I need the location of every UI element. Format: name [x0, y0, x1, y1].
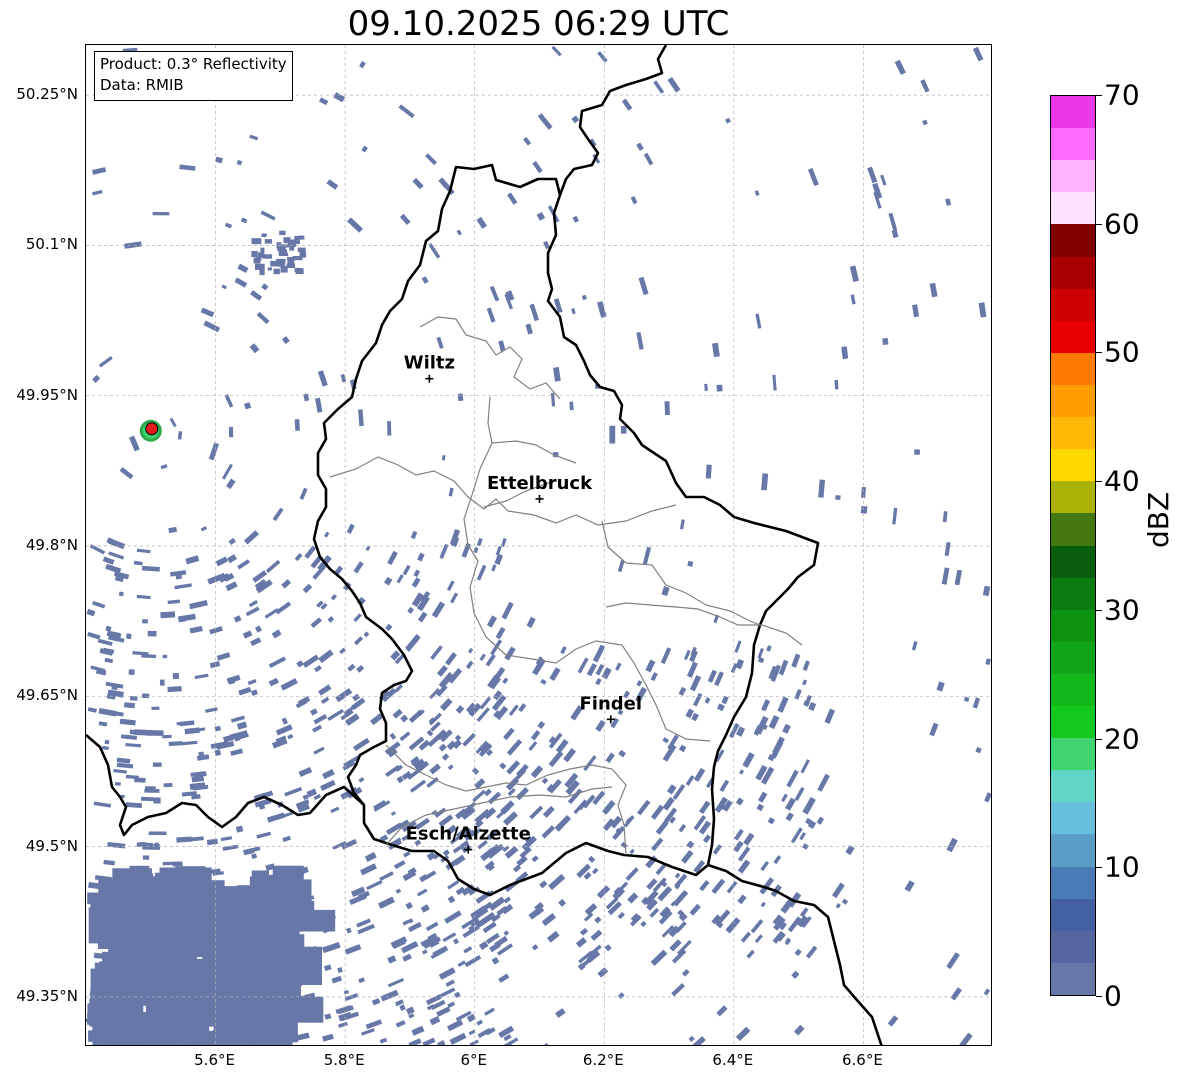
colorbar-segment — [1051, 159, 1095, 193]
canton-borders — [329, 316, 803, 856]
colorbar-segment — [1051, 512, 1095, 546]
colorbar-tick-mark — [1096, 95, 1102, 96]
city-label: Esch/Alzette — [406, 824, 531, 845]
colorbar-tick-label: 30 — [1104, 593, 1140, 627]
longitude-tick-label: 6.6°E — [842, 1051, 883, 1069]
colorbar-tick-label: 40 — [1104, 464, 1140, 498]
colorbar-tick-mark — [1096, 738, 1102, 740]
city-label: Ettelbruck — [487, 473, 593, 494]
product-info-box: Product: 0.3° Reflectivity Data: RMIB — [94, 51, 293, 101]
colorbar-segment — [1051, 352, 1095, 385]
colorbar-segment — [1051, 737, 1095, 771]
colorbar-segment — [1051, 898, 1095, 931]
colorbar-segment — [1051, 416, 1095, 450]
longitude-tick-label: 5.6°E — [194, 1051, 235, 1069]
radar-site-dot-icon — [145, 422, 159, 436]
colorbar-tick-mark — [1096, 223, 1102, 225]
colorbar-segment — [1051, 255, 1095, 289]
latitude-tick-label: 49.5°N — [25, 836, 78, 855]
city-label: Wiltz — [404, 353, 455, 374]
colorbar-segment — [1051, 833, 1095, 867]
colorbar-tick-mark — [1096, 867, 1102, 869]
colorbar-segment — [1051, 480, 1095, 514]
colorbar-segment — [1051, 448, 1095, 482]
colorbar-segment — [1051, 930, 1095, 963]
colorbar-segment — [1051, 127, 1095, 161]
canton-border-line — [491, 440, 577, 464]
colorbar-tick-mark — [1096, 996, 1102, 997]
city-marker[interactable]: Ettelbruck — [487, 473, 593, 503]
latitude-tick-label: 49.8°N — [25, 536, 78, 554]
product-label: Product: 0.3° Reflectivity — [100, 55, 287, 73]
longitude-tick-label: 5.8°E — [323, 1051, 365, 1069]
colorbar-segment — [1051, 320, 1095, 353]
colorbar-segment — [1051, 801, 1095, 835]
colorbar-segment — [1051, 384, 1095, 418]
radar-site-marker — [139, 419, 162, 442]
colorbar-segment — [1051, 191, 1095, 225]
longitude-tick-label: 6°E — [460, 1051, 487, 1069]
map-title: 09.10.2025 06:29 UTC — [347, 4, 730, 44]
colorbar-tick-label: 70 — [1104, 78, 1140, 112]
latitude-tick-label: 49.65°N — [16, 686, 78, 705]
latitude-tick-label: 50.1°N — [25, 235, 78, 254]
colorbar-segment — [1051, 544, 1095, 578]
canton-border-line — [601, 520, 761, 626]
radar-map-canvas: Wiltz Ettelbruck Findel Esch/Alzette — [86, 45, 991, 1045]
colorbar-label: dBZ — [1142, 491, 1175, 548]
canton-border-line — [605, 602, 803, 646]
longitude-tick-label: 6.4°E — [712, 1051, 754, 1069]
latitude-tick-label: 49.95°N — [16, 385, 78, 404]
colorbar-segment — [1051, 223, 1095, 257]
latitude-tick-label: 50.25°N — [16, 85, 78, 104]
colorbar-segment — [1051, 705, 1095, 739]
colorbar-segment — [1051, 577, 1095, 610]
longitude-tick-label: 6.2°E — [582, 1051, 624, 1069]
colorbar-tick-label: 50 — [1104, 335, 1140, 369]
colorbar-tick-label: 20 — [1104, 722, 1140, 756]
colorbar-segment — [1051, 673, 1095, 707]
colorbar — [1050, 95, 1096, 996]
colorbar-tick-label: 10 — [1104, 850, 1140, 884]
colorbar-segment — [1051, 865, 1095, 899]
latitude-tick-label: 49.35°N — [16, 986, 78, 1005]
colorbar-segment — [1051, 769, 1095, 803]
colorbar-segment — [1051, 96, 1095, 129]
city-marker[interactable]: Findel — [579, 693, 642, 724]
colorbar-tick-label: 60 — [1104, 207, 1140, 241]
colorbar-tick-mark — [1096, 609, 1102, 611]
colorbar-segment — [1051, 609, 1095, 642]
city-label: Findel — [579, 693, 642, 714]
data-source-label: Data: RMIB — [100, 76, 184, 94]
radar-map[interactable]: Wiltz Ettelbruck Findel Esch/Alzette — [85, 44, 992, 1046]
colorbar-tick-label: 0 — [1104, 979, 1122, 1013]
colorbar-tick-mark — [1096, 481, 1102, 483]
city-marker[interactable]: Wiltz — [404, 353, 455, 383]
colorbar-segment — [1051, 962, 1095, 995]
colorbar-segment — [1051, 641, 1095, 674]
colorbar-segment — [1051, 288, 1095, 321]
colorbar-tick-mark — [1096, 352, 1102, 354]
canton-border-line — [463, 396, 711, 742]
